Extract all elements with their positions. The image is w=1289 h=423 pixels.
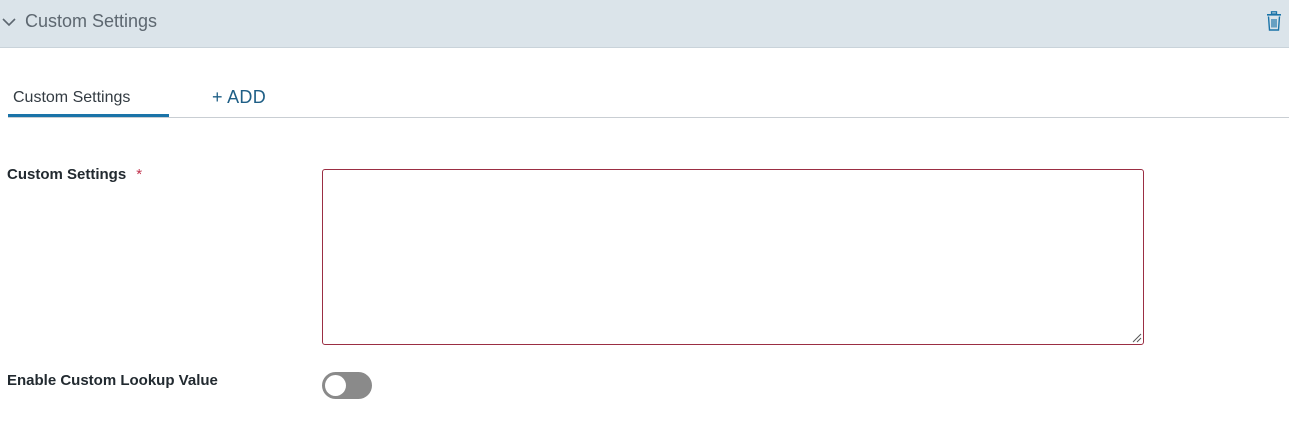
custom-settings-label-text: Custom Settings [7, 166, 127, 183]
tab-custom-settings[interactable]: Custom Settings [13, 88, 130, 108]
section-title: Custom Settings [25, 11, 158, 31]
resize-grip-icon[interactable] [1131, 332, 1142, 343]
custom-settings-textarea[interactable] [322, 169, 1144, 345]
add-tab-button[interactable]: + ADD [212, 87, 266, 107]
required-marker: * [136, 166, 143, 183]
custom-lookup-label: Enable Custom Lookup Value [7, 372, 218, 389]
trash-icon[interactable] [1265, 11, 1283, 31]
custom-settings-label: Custom Settings * [7, 166, 142, 184]
tab-divider [8, 117, 1289, 118]
section-header[interactable]: Custom Settings [0, 0, 1289, 48]
tab-bar: Custom Settings + ADD [0, 80, 1289, 119]
custom-settings-panel: Custom Settings Custom Settings + ADD Cu… [0, 0, 1289, 423]
chevron-down-icon[interactable] [1, 14, 17, 30]
toggle-knob [325, 375, 346, 396]
custom-lookup-toggle[interactable] [322, 372, 372, 399]
